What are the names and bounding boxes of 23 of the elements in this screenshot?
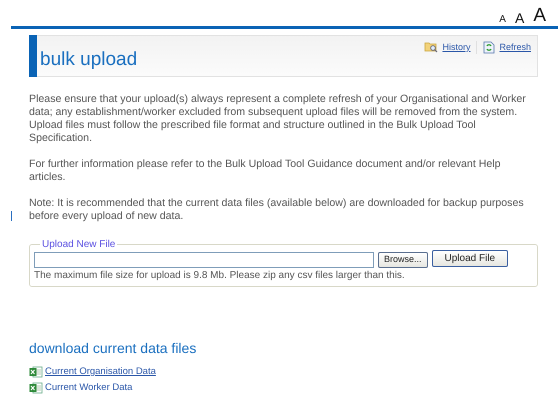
header-link[interactable]: History (442, 41, 470, 54)
section-heading: download current data files (29, 341, 196, 355)
text-cursor (11, 211, 12, 221)
fieldset-legend: Upload New File (40, 237, 118, 252)
spreadsheet-icon (29, 382, 43, 394)
download-link[interactable]: Current Worker Data (45, 382, 132, 394)
file-path-field[interactable] (34, 252, 374, 268)
accent-bar (29, 35, 37, 77)
document-refresh-icon (483, 41, 496, 54)
page-title: bulk upload (40, 50, 138, 69)
folder-magnifier-icon (424, 41, 438, 53)
download-link[interactable]: Current Organisation Data (45, 366, 156, 378)
info-paragraph: Please ensure that your upload(s) always represent a complete refresh of your Organisational and Worker data; any establishment/worker excluded from subsequent upload files will be removed from the system. Upload files must follow the prescribed file format and structure outlined in the Bulk Upload Tool Specification. (29, 93, 527, 145)
spreadsheet-icon (29, 366, 43, 378)
header-link[interactable]: Refresh (499, 41, 531, 54)
text-size-button[interactable]: A (533, 6, 546, 25)
text-size-button[interactable]: A (499, 15, 506, 25)
text-size-button[interactable]: A (514, 11, 524, 25)
browse-button[interactable]: Browse... (378, 252, 428, 268)
info-paragraph: Note: It is recommended that the current data files (available below) are downloaded for backup purposes before every upload of new data. (29, 197, 525, 223)
info-paragraph: For further information please refer to the Bulk Upload Tool Guidance document and/or relevant Help articles. (29, 158, 502, 184)
file-size-note: The maximum file size for upload is 9.8 Mb. Please zip any csv files larger than this. (34, 269, 406, 282)
upload-button[interactable]: Upload File (432, 250, 508, 267)
